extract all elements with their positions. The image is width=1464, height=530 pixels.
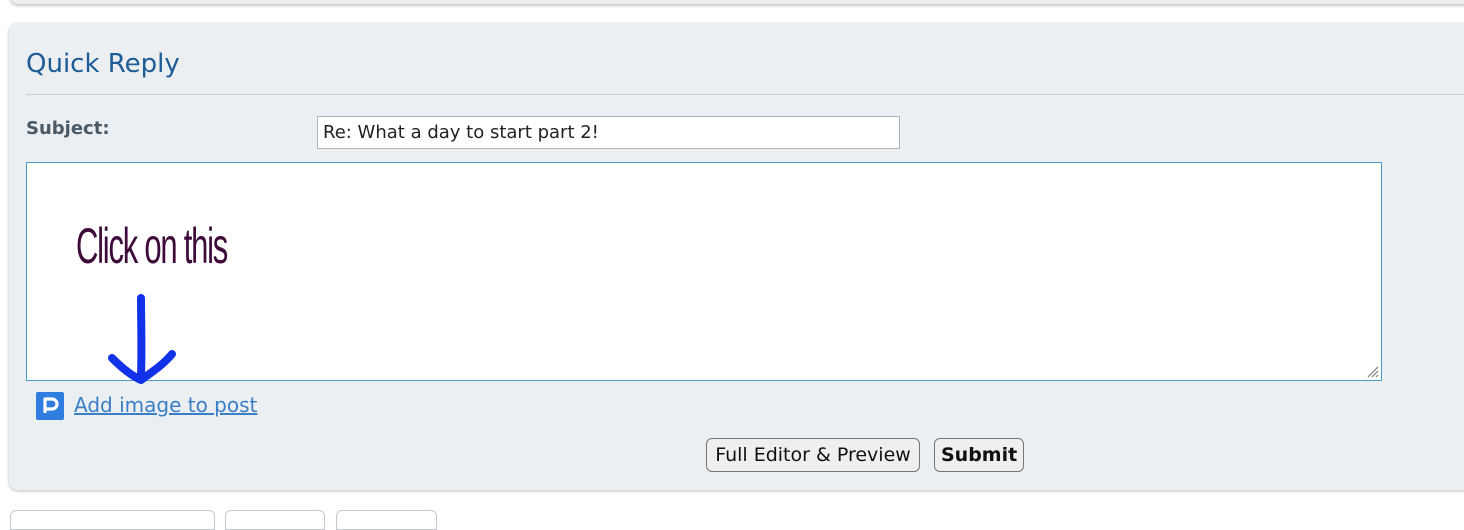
resize-grip-icon[interactable]: [1367, 366, 1379, 378]
panel-title: Quick Reply: [26, 49, 180, 79]
submit-button[interactable]: Submit: [934, 438, 1024, 472]
subject-label: Subject:: [26, 118, 110, 139]
annotation-text: Click on this: [76, 218, 228, 274]
previous-post-panel: [10, 0, 1464, 4]
bottom-tab-1[interactable]: [10, 510, 215, 530]
bottom-tab-3[interactable]: [336, 510, 437, 530]
photobucket-icon[interactable]: [36, 392, 64, 420]
full-editor-preview-button[interactable]: Full Editor & Preview: [706, 438, 920, 472]
annotation-arrow-icon: [108, 294, 176, 384]
message-textarea[interactable]: [26, 162, 1382, 381]
title-divider: [26, 94, 1464, 95]
bottom-tab-2[interactable]: [225, 510, 325, 530]
add-image-link[interactable]: Add image to post: [74, 393, 257, 417]
subject-input[interactable]: [317, 116, 900, 149]
